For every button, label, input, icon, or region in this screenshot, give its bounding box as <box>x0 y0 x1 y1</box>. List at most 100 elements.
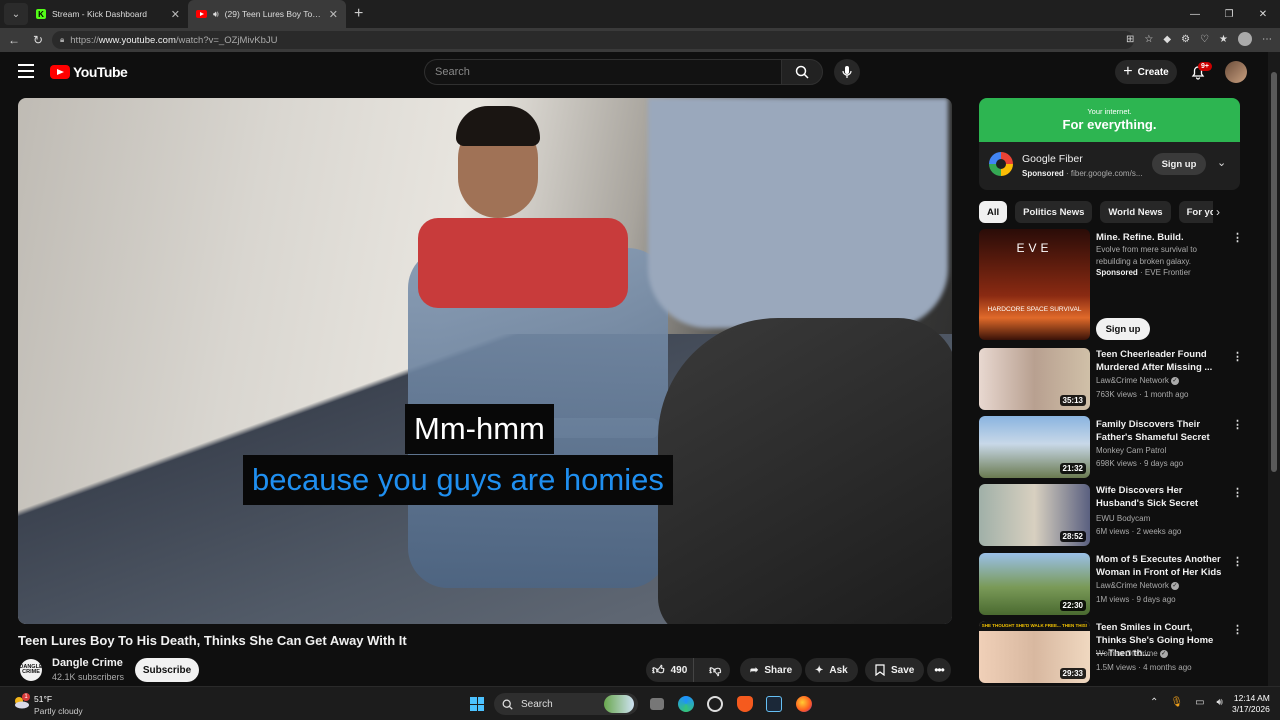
subscribe-button[interactable]: Subscribe <box>135 658 199 682</box>
chevron-down-icon[interactable]: ⌄ <box>1217 156 1226 169</box>
search-input[interactable] <box>424 59 781 85</box>
more-options-icon[interactable]: ⋮ <box>1232 418 1243 431</box>
dislike-button[interactable]: 👎︎ <box>700 658 730 682</box>
weather-description[interactable]: Partly cloudy <box>34 706 83 716</box>
more-options-icon[interactable]: ⋮ <box>1232 623 1243 636</box>
more-options-icon[interactable]: ⋮ <box>1232 555 1243 568</box>
more-options-icon[interactable]: ⋮ <box>1232 231 1243 244</box>
more-options-icon[interactable]: ⋮ <box>1232 486 1243 499</box>
task-view-icon[interactable] <box>650 698 664 710</box>
advertiser-name: EVE Frontier <box>1144 268 1191 277</box>
voice-search-button[interactable] <box>834 59 860 85</box>
refresh-icon[interactable]: ↻ <box>26 33 50 47</box>
account-avatar[interactable] <box>1225 61 1247 83</box>
video-title[interactable]: Mom of 5 Executes Another Woman in Front… <box>1096 553 1222 579</box>
ad-meta: Sponsored · EVE Frontier <box>1096 268 1191 277</box>
create-button[interactable]: + Create <box>1115 60 1177 84</box>
ad-signup-button[interactable]: Sign up <box>1096 318 1150 340</box>
tab-close-icon[interactable]: ✕ <box>171 8 180 21</box>
search-button[interactable] <box>781 59 823 85</box>
video-title[interactable]: Teen Cheerleader Found Murdered After Mi… <box>1096 348 1222 374</box>
browser-profile-avatar[interactable] <box>1238 32 1252 46</box>
site-info-icon[interactable]: 🔒︎ <box>60 35 64 45</box>
chip-world-news[interactable]: World News <box>1100 201 1171 223</box>
new-tab-button[interactable]: + <box>354 5 363 23</box>
brave-browser-icon[interactable] <box>737 696 753 712</box>
taskbar-search[interactable]: Search <box>494 693 638 715</box>
list-item[interactable]: SHE THOUGHT SHE'D WALK FREE... THEN THIS… <box>979 621 1249 685</box>
video-thumbnail[interactable]: SHE THOUGHT SHE'D WALK FREE... THEN THIS… <box>979 621 1090 683</box>
page-scrollbar[interactable] <box>1268 52 1280 686</box>
scrollbar-thumb[interactable] <box>1271 72 1277 472</box>
video-meta: 698K views · 9 days ago <box>1096 459 1184 468</box>
start-menu-icon[interactable] <box>470 697 484 711</box>
ad-banner[interactable]: Your internet. For everything. <box>979 98 1240 142</box>
video-title[interactable]: Mine. Refine. Build. <box>1096 231 1222 244</box>
minimize-icon[interactable]: — <box>1178 9 1212 20</box>
list-item[interactable]: 28:52 Wife Discovers Her Husband's Sick … <box>979 484 1249 548</box>
chevron-up-icon[interactable]: ⌃ <box>1150 697 1158 708</box>
search-icon <box>795 65 809 79</box>
tab-actions-menu-button[interactable]: ⌄ <box>4 3 28 25</box>
video-title[interactable]: Family Discovers Their Father's Shameful… <box>1096 418 1222 444</box>
url-field[interactable]: 🔒︎ https://www.youtube.com/watch?v=_OZjM… <box>52 31 1134 49</box>
steam-icon[interactable] <box>766 696 782 712</box>
video-thumbnail[interactable]: 28:52 <box>979 484 1090 546</box>
google-fiber-logo-icon <box>989 152 1013 176</box>
system-tray: ⌃ 🎙︎ ▭ 🔊︎ <box>1150 697 1223 708</box>
tab-youtube-video[interactable]: 🔊︎ (29) Teen Lures Boy To His De ✕ <box>188 0 346 28</box>
video-thumbnail[interactable]: 21:32 <box>979 416 1090 478</box>
video-player[interactable] <box>18 98 952 624</box>
chevron-right-icon[interactable]: › <box>1216 205 1220 219</box>
restore-icon[interactable]: ❐ <box>1212 9 1246 20</box>
tab-kick-dashboard[interactable]: K Stream - Kick Dashboard ✕ <box>28 0 188 28</box>
back-arrow-icon[interactable]: ← <box>2 33 26 47</box>
tab-close-icon[interactable]: ✕ <box>329 8 338 21</box>
list-item[interactable]: 21:32 Family Discovers Their Father's Sh… <box>979 416 1249 480</box>
channel-avatar[interactable]: DANGLE CRIME <box>19 659 43 681</box>
plus-icon: + <box>1123 63 1133 80</box>
verified-icon: ✓ <box>1170 376 1179 385</box>
ad-signup-button[interactable]: Sign up <box>1152 153 1206 175</box>
like-button[interactable]: 👍︎ 490 <box>646 658 695 682</box>
duration-badge: 35:13 <box>1059 395 1086 406</box>
favorite-star-icon[interactable]: ☆ <box>1144 34 1153 45</box>
video-thumbnail[interactable]: EVE HARDCORE SPACE SURVIVAL <box>979 229 1090 340</box>
save-button[interactable]: Save <box>865 658 925 682</box>
app-available-icon[interactable]: ⊞ <box>1126 34 1134 45</box>
share-label: Share <box>764 664 793 676</box>
volume-icon[interactable]: 🔊︎ <box>1217 697 1223 708</box>
system-clock[interactable]: 12:14 AM 3/17/2026 <box>1232 693 1270 715</box>
guide-menu-icon[interactable] <box>18 64 34 78</box>
video-title[interactable]: Wife Discovers Her Husband's Sick Secret <box>1096 484 1222 510</box>
list-item[interactable]: 22:30 Mom of 5 Executes Another Woman in… <box>979 553 1249 617</box>
browser-essentials-icon[interactable]: ♡ <box>1200 34 1209 45</box>
browser-menu-icon[interactable]: ⋯ <box>1262 34 1272 45</box>
youtube-logo[interactable]: YouTube <box>50 64 128 80</box>
favorites-icon[interactable]: ★ <box>1219 34 1228 45</box>
list-item[interactable]: 35:13 Teen Cheerleader Found Murdered Af… <box>979 348 1249 412</box>
edge-browser-icon[interactable] <box>678 696 694 712</box>
chip-politics-news[interactable]: Politics News <box>1015 201 1093 223</box>
close-icon[interactable]: ✕ <box>1246 9 1280 20</box>
weather-temperature[interactable]: 51°F <box>34 694 52 704</box>
extensions-puzzle-icon[interactable]: ⚙ <box>1181 34 1190 45</box>
app-icon[interactable] <box>707 696 723 712</box>
extension-icon[interactable]: ◆ <box>1163 34 1171 45</box>
speaker-icon[interactable]: 🔊︎ <box>213 9 219 20</box>
channel-name[interactable]: Dangle Crime <box>52 657 123 669</box>
video-thumbnail[interactable]: 22:30 <box>979 553 1090 615</box>
list-item-sponsored[interactable]: EVE HARDCORE SPACE SURVIVAL Mine. Refine… <box>979 229 1249 343</box>
firefox-icon[interactable] <box>796 696 812 712</box>
network-icon[interactable]: ▭ <box>1195 697 1204 708</box>
chip-for-you[interactable]: For you <box>1178 201 1213 223</box>
more-options-icon[interactable]: ⋮ <box>1232 350 1243 363</box>
share-button[interactable]: ➦ Share <box>740 658 803 682</box>
ad-card[interactable]: Google Fiber Sponsored · fiber.google.co… <box>979 142 1240 190</box>
ask-button[interactable]: ✦ Ask <box>805 658 858 682</box>
more-actions-button[interactable]: ••• <box>927 658 951 682</box>
duration-badge: 22:30 <box>1059 600 1086 611</box>
video-thumbnail[interactable]: 35:13 <box>979 348 1090 410</box>
microphone-icon[interactable]: 🎙︎ <box>1170 697 1183 708</box>
chip-all[interactable]: All <box>979 201 1008 223</box>
